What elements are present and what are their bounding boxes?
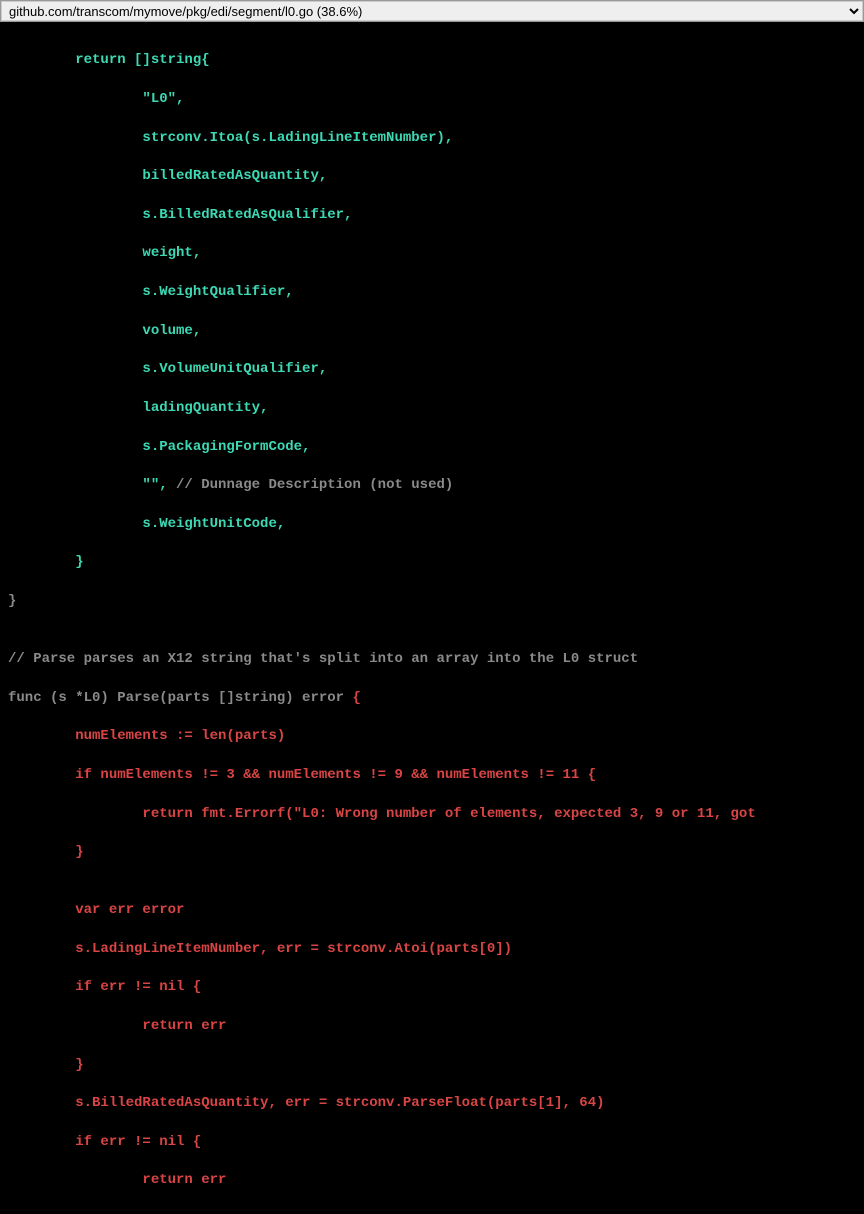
code-line: } [8, 592, 856, 611]
code-line: s.VolumeUnitQualifier, [8, 360, 856, 379]
code-line: } [8, 843, 856, 862]
code-line: // Parse parses an X12 string that's spl… [8, 650, 856, 669]
code-line: } [8, 553, 856, 572]
code-line: ladingQuantity, [8, 399, 856, 418]
code-line: func (s *L0) Parse(parts []string) error… [8, 689, 856, 708]
code-line: strconv.Itoa(s.LadingLineItemNumber), [8, 129, 856, 148]
code-line: "", // Dunnage Description (not used) [8, 476, 856, 495]
code-line: if numElements != 3 && numElements != 9 … [8, 766, 856, 785]
code-line: s.WeightUnitCode, [8, 515, 856, 534]
file-selector-bar: github.com/transcom/mymove/pkg/edi/segme… [0, 0, 864, 22]
code-line: s.BilledRatedAsQuantity, err = strconv.P… [8, 1094, 856, 1113]
code-line: } [8, 1056, 856, 1075]
code-line: return err [8, 1171, 856, 1190]
code-line: s.PackagingFormCode, [8, 438, 856, 457]
code-line: if err != nil { [8, 978, 856, 997]
code-line: s.LadingLineItemNumber, err = strconv.At… [8, 940, 856, 959]
code-line: return fmt.Errorf("L0: Wrong number of e… [8, 805, 856, 824]
code-line: "L0", [8, 90, 856, 109]
code-line: s.WeightQualifier, [8, 283, 856, 302]
code-line: var err error [8, 901, 856, 920]
code-line: billedRatedAsQuantity, [8, 167, 856, 186]
code-viewport: return []string{ "L0", strconv.Itoa(s.La… [0, 22, 864, 1214]
code-line: numElements := len(parts) [8, 727, 856, 746]
code-line: return err [8, 1017, 856, 1036]
code-line: return []string{ [8, 51, 856, 70]
code-line: volume, [8, 322, 856, 341]
code-line: weight, [8, 244, 856, 263]
code-line: if err != nil { [8, 1133, 856, 1152]
code-line: s.BilledRatedAsQualifier, [8, 206, 856, 225]
file-coverage-dropdown[interactable]: github.com/transcom/mymove/pkg/edi/segme… [1, 1, 863, 21]
